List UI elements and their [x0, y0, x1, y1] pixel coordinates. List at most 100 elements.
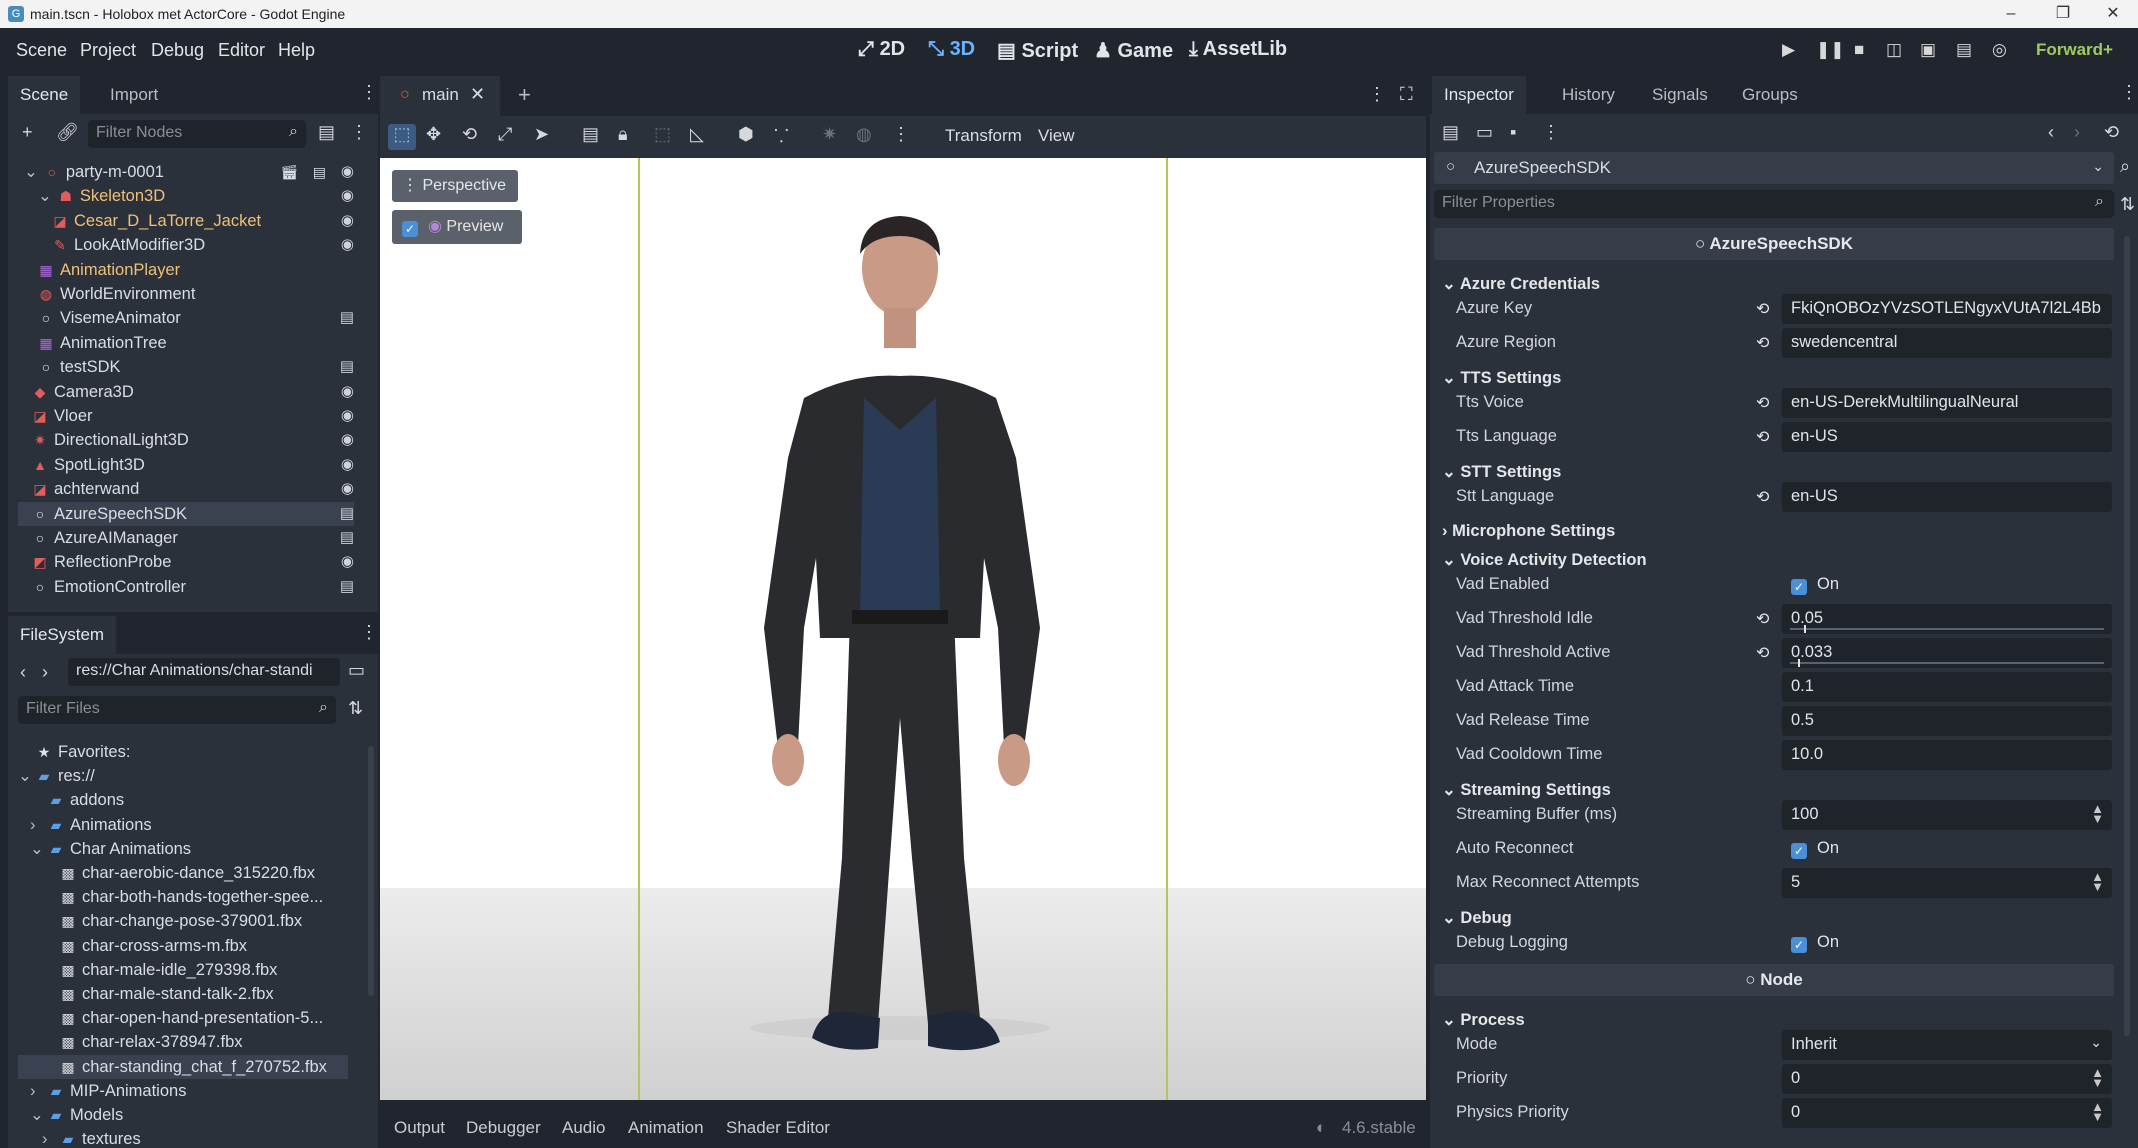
folder-item[interactable]: ⌄ ▰ Char Animations [18, 837, 348, 861]
menu-editor[interactable]: Editor [218, 40, 265, 61]
scene-node-lookatmodifier3d[interactable]: ✎ LookAtModifier3D ◉ [18, 233, 354, 257]
visibility-eye-icon[interactable]: ◉ [341, 184, 354, 208]
scene-node-cesar-d-latorre-jacket[interactable]: ◪ Cesar_D_LaTorre_Jacket ◉ [18, 209, 354, 233]
tab-animation[interactable]: Animation [628, 1118, 704, 1138]
add-node-icon[interactable]: + [22, 122, 33, 143]
azure-region-field[interactable]: swedencentral [1782, 328, 2112, 358]
section-azure-credentials[interactable]: ⌄ Azure Credentials [1442, 274, 1600, 294]
scene-node-party-m-0001[interactable]: ⌄ ○ party-m-0001 ◉ 🎬︎ ▤ [18, 160, 354, 184]
azure-key-field[interactable]: FkiQnOBOzYVzSOTLENgyxVUtA7l2L4Bb [1782, 294, 2112, 324]
filter-files-input[interactable]: Filter Files ⌕ [18, 696, 336, 724]
folder-item[interactable]: ▰ addons [18, 788, 348, 812]
visibility-eye-icon[interactable]: ◉ [341, 404, 354, 428]
tab-output[interactable]: Output [394, 1118, 445, 1138]
file-item[interactable]: ▩ char-both-hands-together-spee... [18, 885, 348, 909]
file-item[interactable]: ▩ char-open-hand-presentation-5... [18, 1006, 348, 1030]
link-icon[interactable]: 🔗︎ [56, 122, 79, 143]
stop-icon[interactable]: ■ [1854, 40, 1864, 60]
object-selector[interactable]: ○ AzureSpeechSDK ⌄ [1434, 152, 2114, 184]
3d-viewport[interactable]: ⋮ Perspective ✓ ◉ Preview [380, 158, 1426, 1100]
open-resource-icon[interactable]: ▭ [1476, 122, 1493, 143]
run-custom-icon[interactable]: ▤ [1956, 40, 1972, 60]
folder-item[interactable]: › ▰ MIP-Animations [18, 1079, 348, 1103]
folder-item[interactable]: ⌄ ▰ Models [18, 1103, 348, 1127]
script-attach-icon[interactable]: ▤ [318, 122, 335, 143]
sun-icon[interactable]: ✷ [822, 124, 837, 145]
move-mode-icon[interactable]: ✥ [426, 124, 441, 145]
filesystem-scrollbar[interactable] [368, 746, 374, 996]
scene-node-worldenvironment[interactable]: ◍ WorldEnvironment [18, 282, 354, 306]
scene-node-spotlight3d[interactable]: ▲ SpotLight3D ◉ [18, 453, 354, 477]
section-debug[interactable]: ⌄ Debug [1442, 908, 1512, 928]
scale-mode-icon[interactable]: ⤢ [498, 124, 512, 145]
close-tab-icon[interactable]: ✕ [470, 84, 485, 105]
revert-icon[interactable]: ⟲ [1756, 609, 1769, 629]
folder-item[interactable]: › ▰ Animations [18, 813, 348, 837]
vad-release-field[interactable]: 0.5 [1782, 706, 2112, 736]
forward-icon[interactable]: › [42, 662, 48, 683]
scene-node-reflectionprobe[interactable]: ◩ ReflectionProbe ◉ [18, 550, 354, 574]
revert-icon[interactable]: ⟲ [1756, 299, 1769, 319]
snap-icon[interactable]: ◺ [690, 124, 704, 145]
spin-arrows-icon[interactable]: ▲ ▼ [2091, 802, 2104, 825]
scene-node-vloer[interactable]: ◪ Vloer ◉ [18, 404, 354, 428]
script-icon[interactable]: ▤ [340, 575, 354, 599]
menu-debug[interactable]: Debug [151, 40, 204, 61]
object-history-icon[interactable]: ⟲ [2104, 122, 2119, 143]
slider-knob[interactable] [1804, 625, 1806, 633]
file-item[interactable]: ▩ char-male-stand-talk-2.fbx [18, 982, 348, 1006]
remote-debug-icon[interactable]: ◫ [1886, 40, 1902, 60]
expand-arrow-icon[interactable]: › [30, 1079, 36, 1103]
tab-history[interactable]: History [1550, 76, 1627, 114]
minimize-button[interactable]: – [1988, 0, 2034, 28]
revert-icon[interactable]: ⟲ [1756, 643, 1769, 663]
add-tab-button[interactable]: + [518, 82, 531, 108]
scene-node-achterwand[interactable]: ◪ achterwand ◉ [18, 477, 354, 501]
list-select-icon[interactable]: ➤ [534, 124, 549, 145]
scene-node-skeleton3d[interactable]: ⌄ ☗ Skeleton3D ◉ [18, 184, 354, 208]
spin-arrows-icon[interactable]: ▲ ▼ [2091, 1100, 2104, 1123]
vad-cooldown-field[interactable]: 10.0 [1782, 740, 2112, 770]
distraction-free-icon[interactable]: ⛶ [1400, 84, 1413, 105]
tab-scene[interactable]: Scene [8, 76, 81, 114]
inspector-dock-menu-icon[interactable]: ⋮ [2120, 82, 2138, 103]
new-resource-icon[interactable]: ▤ [1442, 122, 1459, 143]
file-item[interactable]: ▩ char-aerobic-dance_315220.fbx [18, 861, 348, 885]
workspace-game-button[interactable]: ♟ Game [1094, 38, 1173, 63]
expand-arrow-icon[interactable]: ⌄ [30, 837, 44, 861]
rotate-mode-icon[interactable]: ⟲ [462, 124, 477, 145]
filter-properties-input[interactable]: Filter Properties ⌕ [1434, 190, 2114, 218]
visibility-eye-icon[interactable]: ◉ [341, 233, 354, 257]
tab-filesystem[interactable]: FileSystem [8, 616, 117, 654]
expand-arrow-icon[interactable]: ⌄ [38, 187, 52, 205]
tab-groups[interactable]: Groups [1730, 76, 1810, 114]
fs-path-field[interactable]: res://Char Animations/char-standi [68, 658, 340, 686]
doc-search-icon[interactable]: ⌕ [2120, 156, 2130, 177]
folder-item[interactable]: ⌄ ▰ res:// [18, 764, 348, 788]
scene-node-camera3d[interactable]: ◆ Camera3D ◉ [18, 380, 354, 404]
section-stt-settings[interactable]: ⌄ STT Settings [1442, 462, 1561, 482]
vad-idle-slider[interactable] [1790, 625, 2104, 633]
group-icon[interactable]: ⬚ [654, 124, 671, 145]
file-item[interactable]: ▩ char-change-pose-379001.fbx [18, 909, 348, 933]
dock-menu-icon[interactable]: ⋮ [360, 82, 378, 103]
maximize-button[interactable]: ❐ [2040, 0, 2086, 28]
tab-inspector[interactable]: Inspector [1432, 76, 1526, 114]
renderer-select[interactable]: Forward+ [2036, 40, 2113, 60]
vad-attack-field[interactable]: 0.1 [1782, 672, 2112, 702]
snap-grid-icon[interactable]: ⸪ [774, 124, 789, 148]
tab-debugger[interactable]: Debugger [466, 1118, 541, 1138]
max-reconnect-spinbox[interactable]: 5 ▲ ▼ [1782, 868, 2112, 898]
transform-menu[interactable]: Transform [945, 126, 1022, 146]
expand-arrow-icon[interactable]: › [30, 813, 36, 837]
folder-item[interactable]: ★ Favorites: [18, 740, 348, 764]
workspace-assetlib-button[interactable]: ⤓ AssetLib [1189, 38, 1287, 61]
tts-voice-field[interactable]: en-US-DerekMultilingualNeural [1782, 388, 2112, 418]
property-sort-icon[interactable]: ⇅ [2120, 194, 2135, 215]
resource-menu-icon[interactable]: ⋮ [1542, 122, 1560, 143]
vad-enabled-checkbox[interactable]: ✓ On [1782, 570, 2112, 600]
lock-icon[interactable]: 🔒︎ [618, 124, 628, 145]
file-item[interactable]: ▩ char-cross-arms-m.fbx [18, 934, 348, 958]
revert-icon[interactable]: ⟲ [1756, 427, 1769, 447]
scene-node-azurespeechsdk[interactable]: ○ AzureSpeechSDK ▤ [18, 501, 354, 526]
